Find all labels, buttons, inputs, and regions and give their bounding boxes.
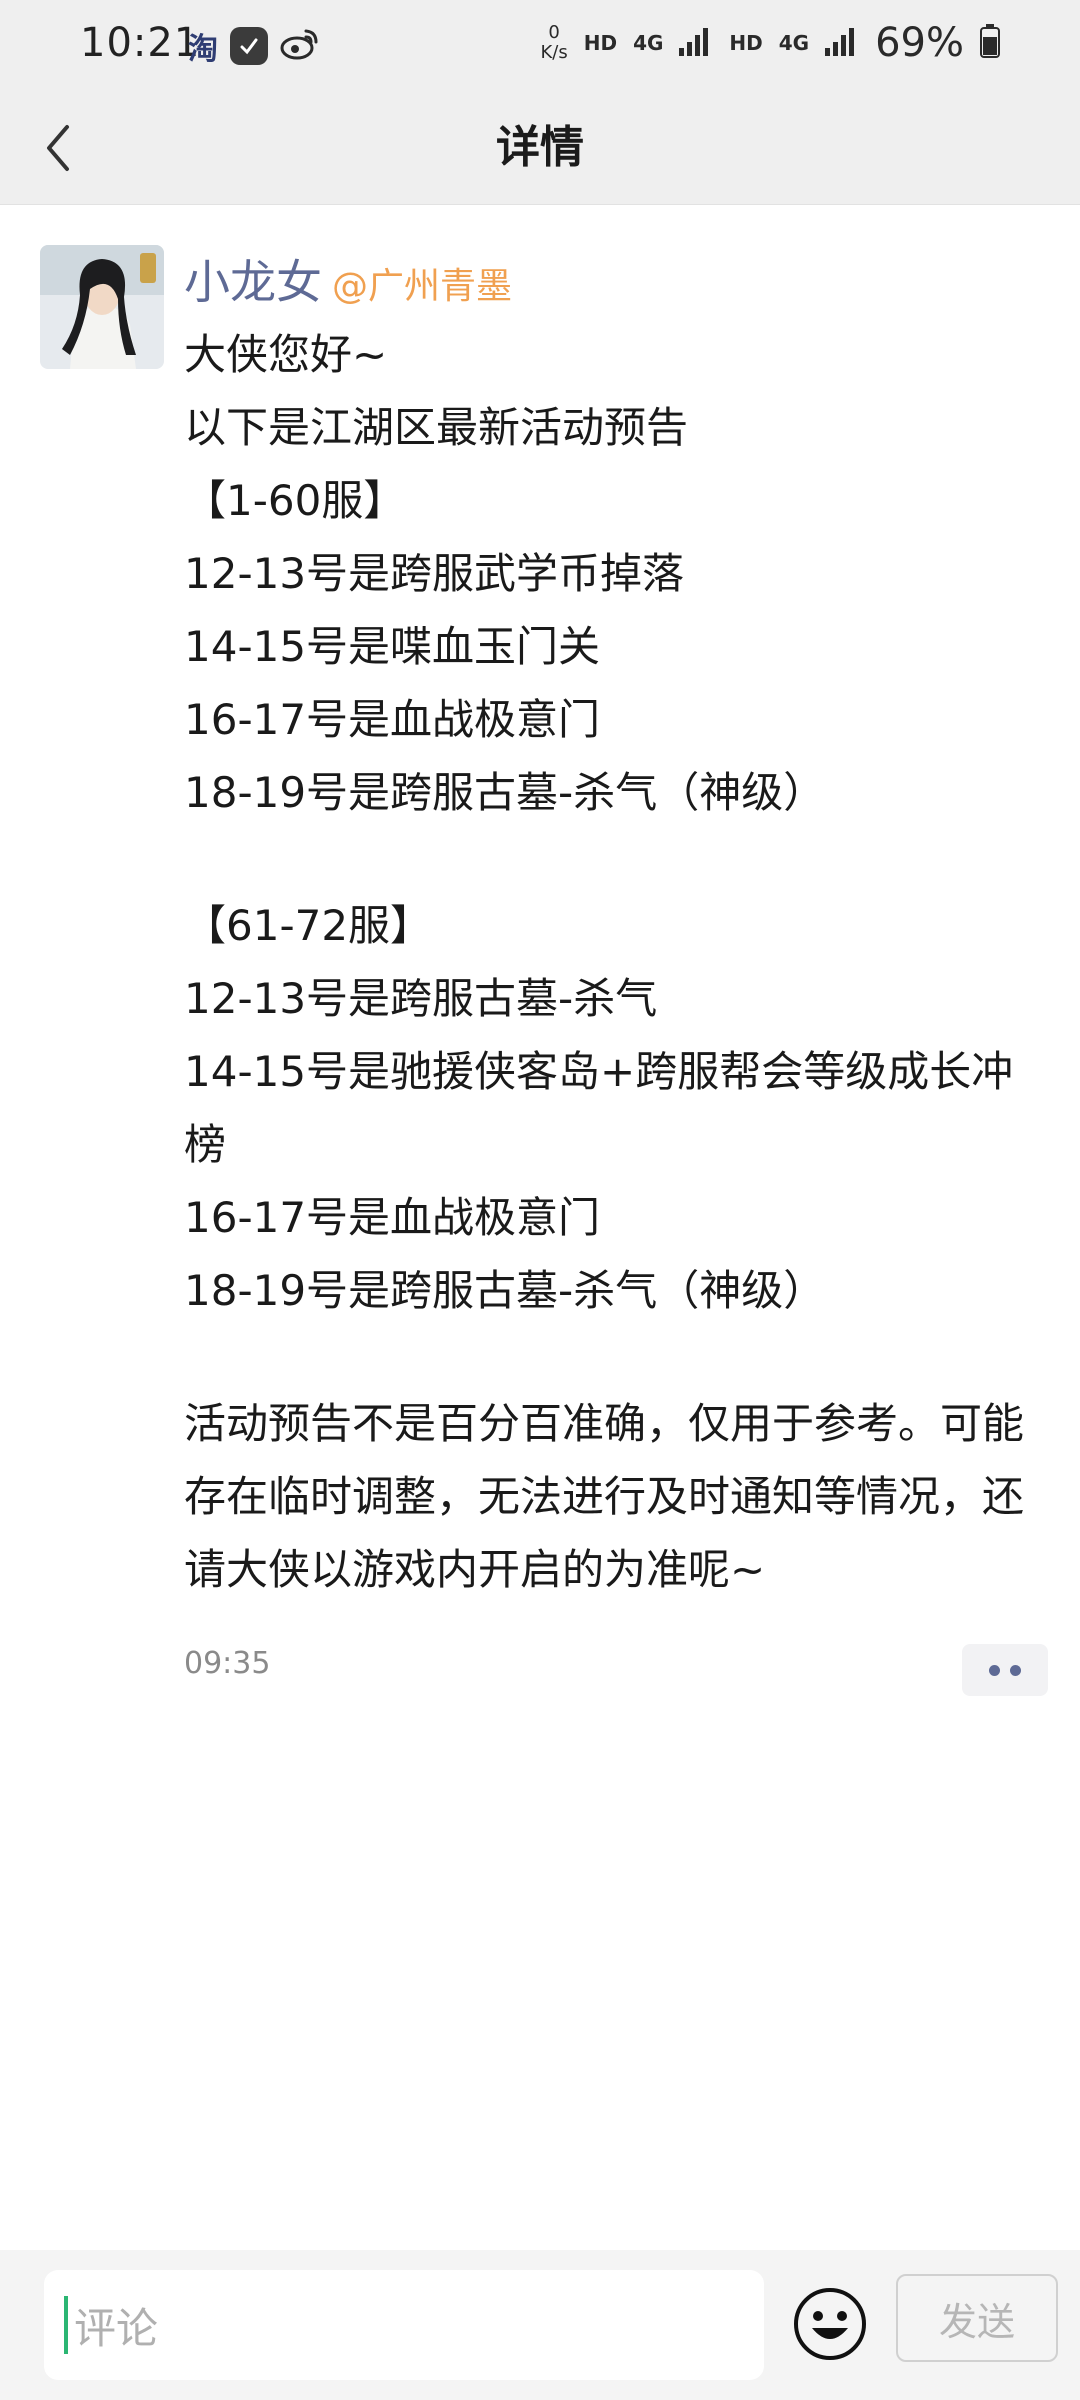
taobao-icon: 淘 — [188, 32, 218, 67]
post-line: 12-13号是跨服古墓-杀气 — [184, 974, 658, 1023]
hd-label-2: HD — [729, 31, 763, 55]
network-type-1: 4G — [633, 31, 664, 55]
comment-placeholder: 评论 — [74, 2303, 159, 2353]
post-content: 大侠您好~ 以下是江湖区最新活动预告 【1-60服】 12-13号是跨服武学币掉… — [184, 318, 1044, 1606]
more-dot — [1010, 1664, 1021, 1676]
send-button[interactable]: 发送 — [896, 2274, 1058, 2362]
more-options-button[interactable] — [962, 1644, 1048, 1696]
status-bar: 10:21 淘 0 K/s HD 4G HD 4G 69% — [0, 0, 1080, 92]
signal-icon — [679, 26, 713, 60]
post-line: 以下是江湖区最新活动预告 — [184, 403, 689, 452]
post-line: 18-19号是跨服古墓-杀气（神级） — [184, 768, 826, 817]
notification-icons: 淘 — [188, 24, 320, 68]
hd-label-1: HD — [583, 31, 618, 55]
more-dot — [989, 1664, 1000, 1676]
net-speed: 0 K/s — [540, 23, 567, 63]
comment-input[interactable]: 评论 — [44, 2270, 764, 2380]
post-line: 14-15号是喋血玉门关 — [184, 622, 601, 671]
post-timestamp: 09:35 — [184, 1646, 271, 1681]
text-cursor — [64, 2296, 68, 2354]
post-line: 16-17号是血战极意门 — [184, 1193, 601, 1242]
battery-icon — [980, 24, 1000, 62]
avatar[interactable] — [40, 245, 164, 369]
status-right: 0 K/s HD 4G HD 4G 69% — [540, 20, 1000, 66]
post-line: 18-19号是跨服古墓-杀气（神级） — [184, 1266, 826, 1315]
net-speed-unit: K/s — [540, 42, 568, 63]
post-note: 活动预告不是百分百准确，仅用于参考。可能存在临时调整，无法进行及时通知等情况，还… — [184, 1399, 1025, 1594]
smiley-icon — [794, 2288, 866, 2360]
comment-bar: 评论 发送 — [0, 2250, 1080, 2400]
status-time: 10:21 — [80, 20, 201, 66]
author-handle[interactable]: @广州青墨 — [332, 257, 512, 309]
author-name[interactable]: 小龙女 — [184, 246, 322, 312]
post-line: 【61-72服】 — [184, 901, 433, 950]
author-row: 小龙女 @广州青墨 — [184, 246, 512, 312]
post-line: 【1-60服】 — [184, 476, 406, 525]
app-badge-icon — [230, 27, 268, 65]
weibo-icon — [280, 27, 320, 65]
post-line: 14-15号是驰援侠客岛+跨服帮会等级成长冲榜 — [184, 1047, 1014, 1169]
network-type-2: 4G — [778, 31, 810, 55]
net-speed-value: 0 — [548, 22, 560, 43]
back-button[interactable] — [28, 114, 88, 182]
signal-icon-2 — [825, 26, 859, 60]
emoji-button[interactable] — [792, 2286, 868, 2362]
page-title: 详情 — [496, 122, 584, 173]
post-line: 16-17号是血战极意门 — [184, 695, 601, 744]
post-line: 12-13号是跨服武学币掉落 — [184, 549, 685, 598]
post-line: 大侠您好~ — [184, 330, 388, 379]
battery-level: 69% — [875, 20, 964, 66]
chevron-left-icon — [47, 125, 69, 171]
header-bar: 详情 — [0, 92, 1080, 205]
